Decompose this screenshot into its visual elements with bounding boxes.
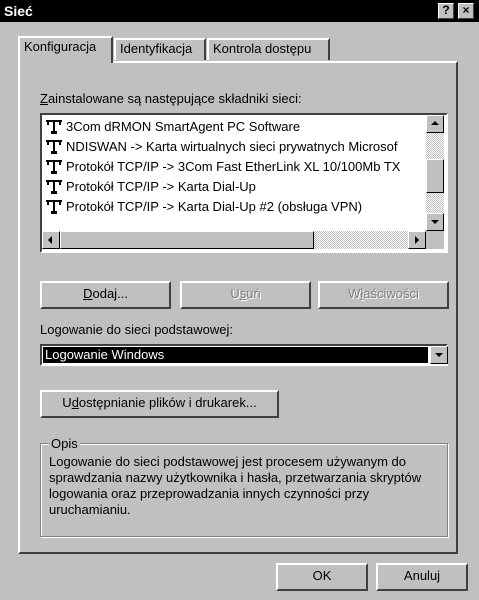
vertical-scrollbar[interactable] <box>426 115 444 231</box>
scrollbar-corner <box>426 231 444 249</box>
remove-button[interactable]: Usuń <box>180 281 311 309</box>
add-button-label: odaj... <box>92 286 128 301</box>
network-component-icon <box>46 180 62 194</box>
description-title: Opis <box>49 436 80 451</box>
close-button[interactable]: × <box>458 3 474 19</box>
scroll-right-button[interactable] <box>408 231 426 249</box>
network-component-icon <box>46 200 62 214</box>
network-component-icon <box>46 140 62 154</box>
arrow-down-icon <box>431 220 439 224</box>
logon-select-value: Logowanie Windows <box>43 347 428 363</box>
mnemonic: d <box>71 395 79 410</box>
tab-konfiguracja[interactable]: Konfiguracja <box>18 36 113 63</box>
cancel-button[interactable]: Anuluj <box>376 563 468 591</box>
list-item-label: Protokół TCP/IP -> 3Com Fast EtherLink X… <box>66 159 401 174</box>
components-label: Zainstalowane są następujące składniki s… <box>40 91 302 106</box>
list-item-label: 3Com dRMON SmartAgent PC Software <box>66 119 301 134</box>
tab-label: Identyfikacja <box>120 41 193 56</box>
vertical-scroll-thumb[interactable] <box>426 159 444 193</box>
logon-label: Logowanie do sieci podstawowej: <box>40 322 233 337</box>
arrow-right-icon <box>415 236 419 244</box>
scroll-down-button[interactable] <box>426 213 444 231</box>
network-dialog: Sieć ? × Konfiguracja Identyfikacja Kont… <box>0 0 479 600</box>
tab-label: Kontrola dostępu <box>213 41 312 56</box>
network-component-icon <box>46 120 62 134</box>
scroll-up-button[interactable] <box>426 115 444 133</box>
network-component-icon <box>46 160 62 174</box>
file-sharing-label-rest: ostępnianie plików i drukarek... <box>78 395 257 410</box>
tab-identyfikacja[interactable]: Identyfikacja <box>114 38 206 60</box>
mnemonic: Z <box>40 91 48 106</box>
list-item-label: Protokół TCP/IP -> Karta Dial-Up <box>66 179 256 194</box>
list-item-label: NDISWAN -> Karta wirtualnych sieci prywa… <box>66 139 398 154</box>
arrow-up-icon <box>431 121 439 125</box>
horizontal-scrollbar[interactable] <box>42 231 426 249</box>
properties-button-label-rest: aściwości <box>363 286 419 301</box>
title-bar[interactable]: Sieć ? × <box>0 0 479 22</box>
list-item-label: Protokół TCP/IP -> Karta Dial-Up #2 (obs… <box>66 199 363 214</box>
logon-select[interactable]: Logowanie Windows <box>40 344 448 366</box>
file-sharing-button[interactable]: Udostępnianie plików i drukarek... <box>40 390 279 418</box>
arrow-left-icon <box>48 236 52 244</box>
description-group: Opis Logowanie do sieci podstawowej jest… <box>40 436 448 537</box>
remove-button-label: U <box>230 286 240 301</box>
logon-dropdown-button[interactable] <box>430 346 448 364</box>
horizontal-scroll-thumb[interactable] <box>60 231 314 249</box>
chevron-down-icon <box>435 353 443 357</box>
components-list[interactable]: 3Com dRMON SmartAgent PC Software NDISWA… <box>40 113 448 253</box>
add-button[interactable]: Dodaj... <box>40 281 171 309</box>
tab-kontrola-dostepu[interactable]: Kontrola dostępu <box>207 38 330 60</box>
window-title: Sieć <box>4 3 33 19</box>
tab-label: Konfiguracja <box>24 39 97 54</box>
file-sharing-label: U <box>62 395 72 410</box>
ok-button[interactable]: OK <box>276 563 368 591</box>
description-text: Logowanie do sieci podstawowej jest proc… <box>49 454 422 517</box>
scroll-left-button[interactable] <box>42 231 60 249</box>
components-label-text: ainstalowane są następujące składniki si… <box>47 91 302 106</box>
properties-button-label: W <box>348 286 361 301</box>
help-button[interactable]: ? <box>438 3 454 19</box>
properties-button[interactable]: Właściwości <box>318 281 449 309</box>
remove-button-label-rest: uń <box>246 286 261 301</box>
